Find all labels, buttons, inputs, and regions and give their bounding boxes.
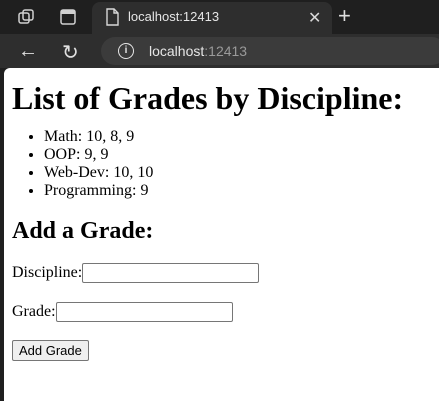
address-url[interactable]: localhost:12413 bbox=[149, 43, 247, 59]
new-tab-icon[interactable]: + bbox=[338, 3, 351, 29]
grade-item-oop: OOP: 9, 9 bbox=[44, 146, 439, 164]
grade-item-web-dev: Web-Dev: 10, 10 bbox=[44, 164, 439, 182]
page-viewport: List of Grades by Discipline: Math: 10, … bbox=[4, 68, 439, 401]
url-port: :12413 bbox=[204, 43, 248, 59]
address-bar[interactable]: i localhost:12413 bbox=[101, 37, 439, 65]
form-heading: Add a Grade: bbox=[12, 218, 154, 244]
browser-toolbar: ← ↻ i localhost:12413 bbox=[0, 34, 439, 68]
site-info-icon[interactable]: i bbox=[118, 43, 134, 59]
grade-item-programming: Programming: 9 bbox=[44, 182, 439, 200]
grades-list: Math: 10, 8, 9 OOP: 9, 9 Web-Dev: 10, 10… bbox=[12, 128, 439, 200]
workspaces-icon[interactable] bbox=[16, 7, 36, 27]
reload-icon[interactable]: ↻ bbox=[62, 40, 79, 65]
tab-title: localhost:12413 bbox=[128, 9, 220, 24]
grade-row: Grade: bbox=[12, 301, 439, 323]
discipline-row: Discipline: bbox=[12, 262, 439, 284]
add-grade-button[interactable]: Add Grade bbox=[12, 340, 89, 361]
active-tab[interactable]: localhost:12413 ✕ bbox=[92, 2, 332, 34]
page-content: List of Grades by Discipline: Math: 10, … bbox=[4, 78, 439, 361]
page-title: List of Grades by Discipline: bbox=[12, 80, 404, 116]
discipline-label: Discipline: bbox=[12, 264, 83, 281]
url-host: localhost bbox=[149, 43, 205, 59]
grade-item-math: Math: 10, 8, 9 bbox=[44, 128, 439, 146]
grade-label: Grade: bbox=[12, 303, 56, 320]
vertical-tabs-icon[interactable] bbox=[58, 7, 78, 27]
grade-input[interactable] bbox=[55, 302, 233, 322]
page-file-icon bbox=[104, 8, 124, 28]
tab-close-icon[interactable]: ✕ bbox=[308, 8, 321, 28]
browser-chrome: localhost:12413 ✕ + ← ↻ i localhost:1241… bbox=[0, 0, 439, 68]
tab-strip: localhost:12413 ✕ + bbox=[0, 0, 439, 34]
back-icon[interactable]: ← bbox=[18, 40, 38, 63]
discipline-input[interactable] bbox=[82, 263, 260, 283]
